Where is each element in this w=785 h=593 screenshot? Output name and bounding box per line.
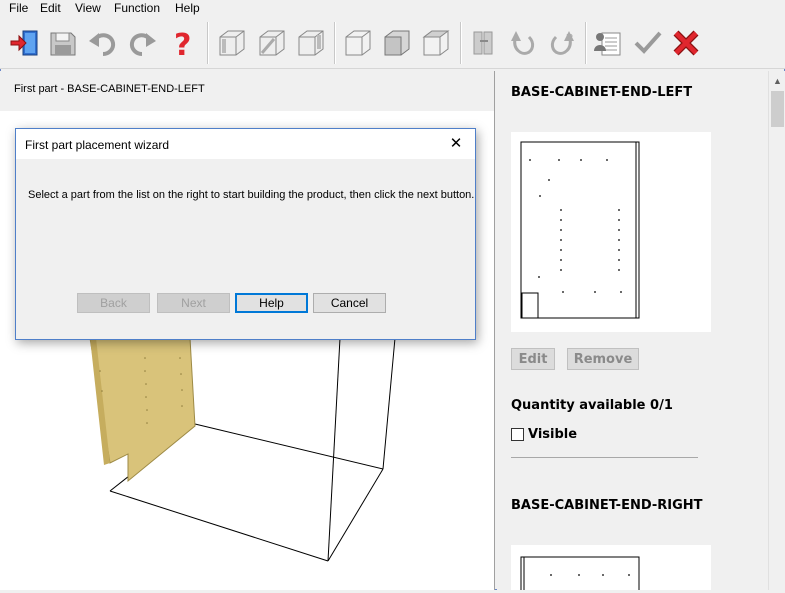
cancel-x-icon[interactable] (670, 27, 702, 59)
toolbar: ? R (0, 18, 785, 69)
help-button[interactable]: Help (235, 293, 308, 313)
redo-icon[interactable] (126, 27, 158, 59)
toolbar-separator (585, 22, 587, 64)
scrollbar[interactable]: ▲ (768, 71, 785, 590)
back-button[interactable]: Back (77, 293, 150, 313)
dialog-title: First part placement wizard (25, 138, 170, 152)
dialog-message: Select a part from the list on the right… (28, 189, 475, 201)
view-left-icon[interactable] (216, 27, 248, 59)
part-thumbnail[interactable] (511, 132, 711, 332)
parts-list-pane: BASE-CABINET-END-LEFT Edit Remove Quanti… (497, 71, 768, 593)
part-thumbnail[interactable] (511, 545, 711, 593)
menu-function[interactable]: Function (114, 1, 160, 15)
save-icon[interactable] (47, 27, 79, 59)
edit-button[interactable]: Edit (511, 348, 555, 370)
menu-help[interactable]: Help (175, 1, 200, 15)
remove-button[interactable]: Remove (567, 348, 639, 370)
menu-edit[interactable]: Edit (40, 1, 61, 15)
iso-icon[interactable] (342, 27, 374, 59)
cancel-button[interactable]: Cancel (313, 293, 386, 313)
toolbar-separator (207, 22, 209, 64)
part-icon[interactable] (468, 27, 500, 59)
part-name: BASE-CABINET-END-RIGHT (511, 498, 703, 513)
next-button[interactable]: Next (157, 293, 230, 313)
box-front-icon[interactable] (381, 27, 413, 59)
undo-icon[interactable] (87, 27, 119, 59)
view-right-icon[interactable] (295, 27, 327, 59)
svg-text:R: R (566, 33, 573, 44)
visible-checkbox[interactable] (511, 428, 524, 441)
checkmark-icon[interactable] (632, 27, 664, 59)
svg-text:?: ? (174, 28, 191, 59)
rotate-icon[interactable] (507, 27, 539, 59)
parts-list-icon[interactable] (592, 27, 624, 59)
wizard-dialog: First part placement wizard ✕ Select a p… (15, 128, 476, 340)
quantity-available: Quantity available 0/1 (511, 398, 673, 413)
view-front-icon[interactable] (256, 27, 288, 59)
rotate-r-icon[interactable]: R (546, 27, 578, 59)
scroll-up-icon[interactable]: ▲ (773, 76, 782, 86)
help-icon[interactable]: ? (166, 27, 198, 59)
part-name: BASE-CABINET-END-LEFT (511, 85, 693, 100)
exit-icon[interactable] (9, 27, 41, 59)
box-top-icon[interactable] (420, 27, 452, 59)
close-icon[interactable]: ✕ (444, 133, 468, 155)
menu-file[interactable]: File (9, 1, 28, 15)
toolbar-separator (334, 22, 336, 64)
toolbar-separator (460, 22, 462, 64)
menu-bar: File Edit View Function Help (0, 0, 785, 18)
scrollbar-thumb[interactable] (771, 91, 784, 127)
visible-label: Visible (528, 427, 578, 442)
divider (511, 457, 698, 458)
menu-view[interactable]: View (75, 1, 101, 15)
dialog-titlebar[interactable]: First part placement wizard ✕ (16, 129, 475, 159)
